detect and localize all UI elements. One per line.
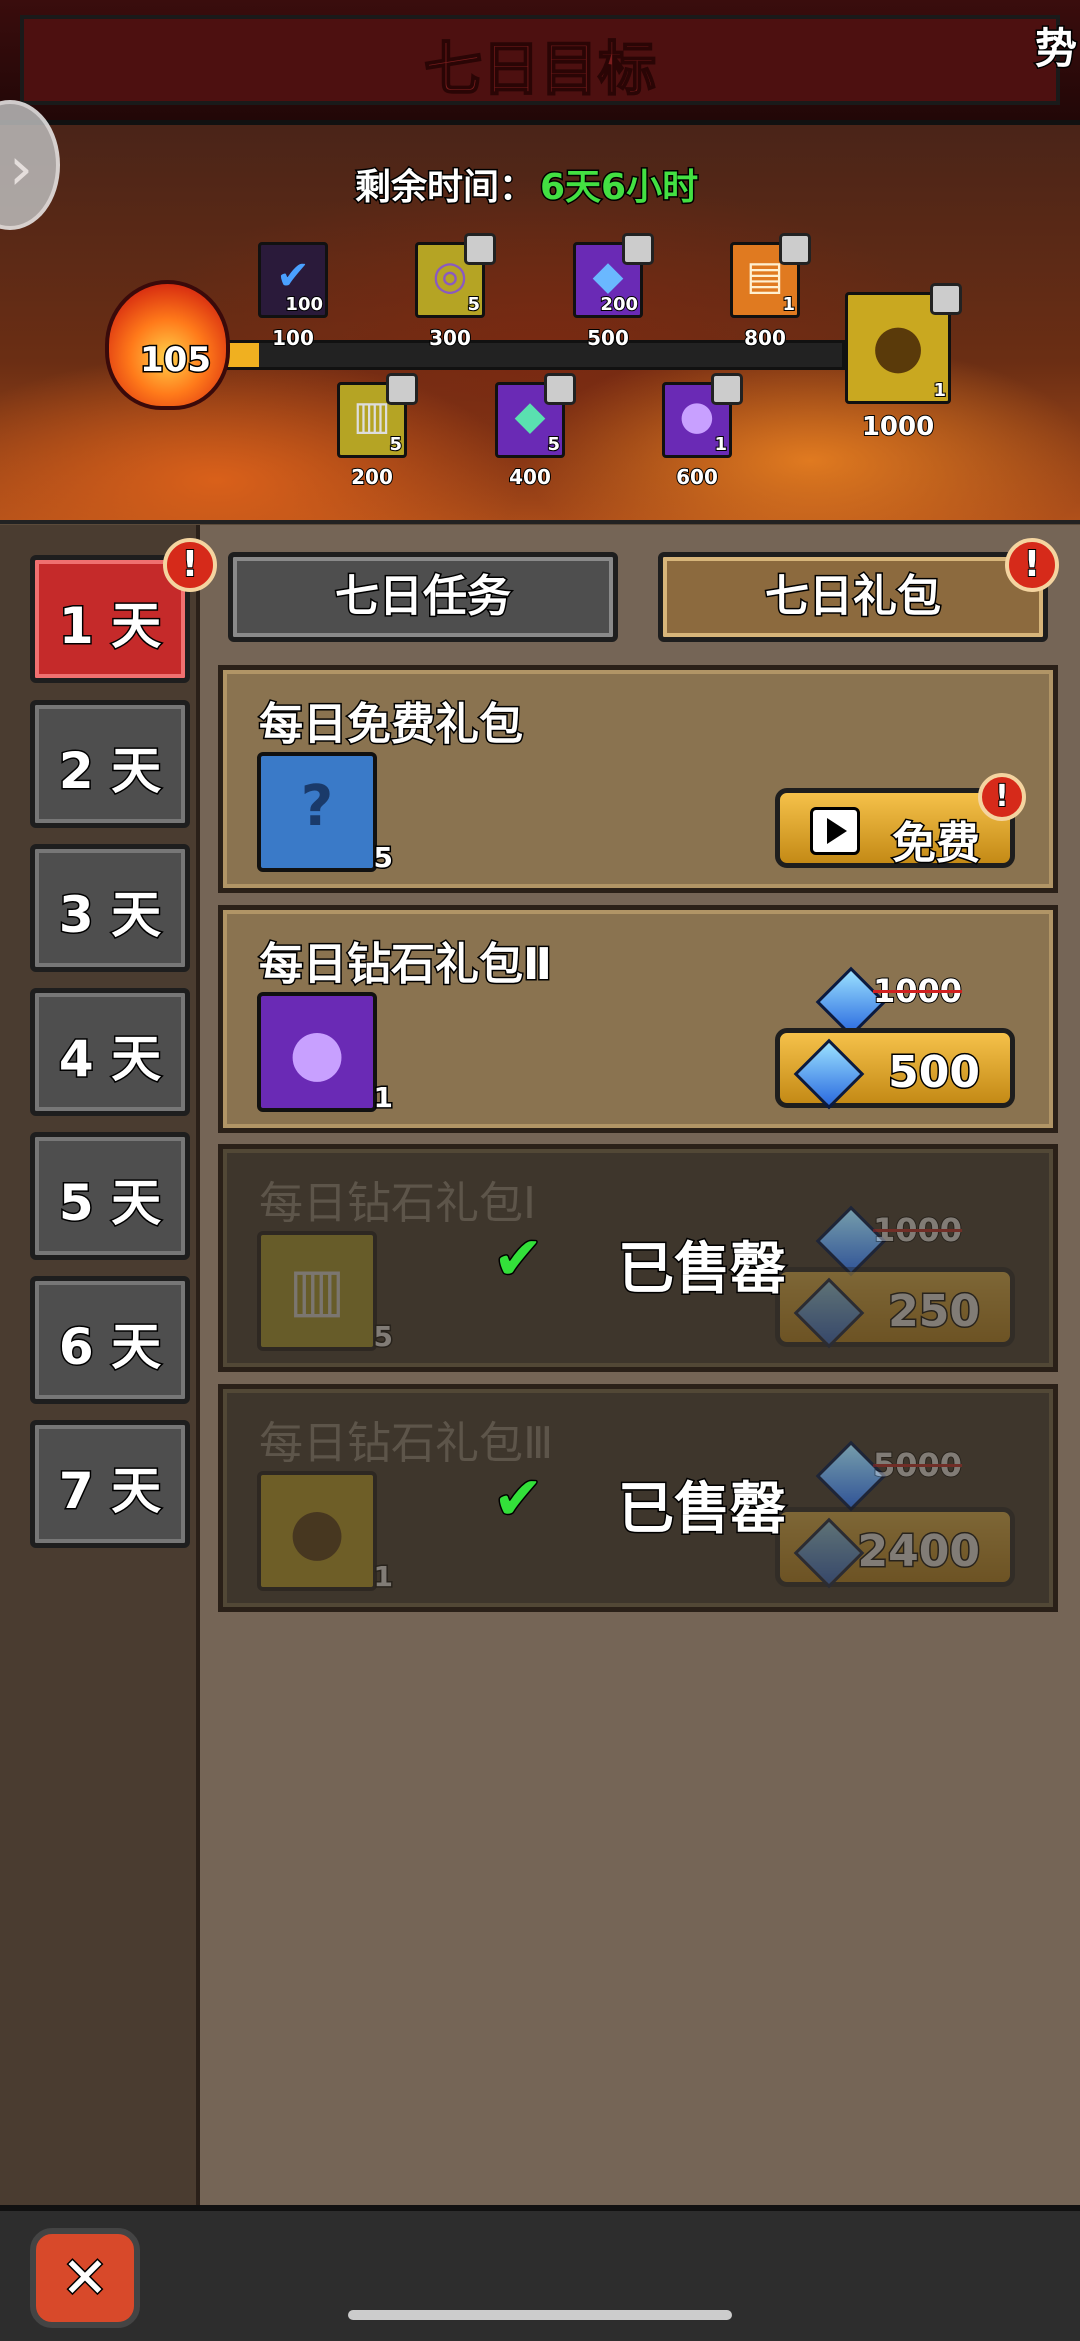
video-play-icon (810, 807, 860, 855)
close-button[interactable]: ✕ (30, 2228, 140, 2328)
checkmark-gem-icon: ✔ (276, 253, 310, 299)
original-price: 1000 (872, 971, 963, 1011)
lock-icon (544, 373, 576, 405)
milestone-label: 500 (586, 325, 630, 351)
milestone-label: 200 (350, 464, 394, 490)
bottom-bar (0, 2205, 1080, 2341)
home-indicator[interactable] (348, 2310, 732, 2320)
gold-bag-icon: ● 1 (257, 1471, 395, 1595)
tab-seven-day-tasks[interactable]: 七日任务 (228, 552, 618, 642)
sold-out-label: 已售罄 (617, 1236, 788, 1304)
purple-bag-icon: ● 1 (257, 992, 395, 1116)
milestone-label: 100 (271, 325, 315, 351)
original-price: 1000 (872, 1210, 963, 1250)
mystery-card-icon: ? 5 (257, 752, 395, 876)
milestone-label: 800 (743, 325, 787, 351)
page-title: 七日目标 (423, 34, 657, 104)
milestone-label: 1000 (861, 411, 935, 443)
alert-icon: ! (978, 773, 1026, 821)
check-icon: ✔ (491, 1463, 544, 1536)
sold-out-label: 已售罄 (617, 1476, 788, 1544)
milestone-reward[interactable]: ✔ 100 (258, 242, 328, 318)
gold-bag-icon: ● (871, 311, 925, 381)
pack-free-daily: 每日免费礼包 ? 5 免费 ! (218, 665, 1058, 893)
buy-button-disabled: 250 (775, 1267, 1015, 1349)
time-remaining-value: 6天6小时 (538, 166, 699, 210)
lock-icon (930, 283, 962, 315)
day-tab-3[interactable]: 3 天 (30, 844, 190, 972)
day-tab-5[interactable]: 5 天 (30, 1132, 190, 1260)
buy-button[interactable]: 500 (775, 1028, 1015, 1110)
alert-icon: ! (1005, 538, 1059, 592)
pack-title: 每日免费礼包 (258, 698, 525, 752)
close-icon: ✕ (60, 2245, 110, 2313)
milestone-reward[interactable]: ▥ 5 (337, 373, 418, 458)
milestone-label: 400 (508, 464, 552, 490)
pack-title: 每日钻石礼包Ⅱ (258, 938, 554, 992)
milestone-label: 600 (675, 464, 719, 490)
lock-icon (711, 373, 743, 405)
check-icon: ✔ (491, 1223, 544, 1296)
day-tab-7[interactable]: 7 天 (30, 1420, 190, 1548)
day-tab-4[interactable]: 4 天 (30, 988, 190, 1116)
milestone-reward[interactable]: ◎ 5 (415, 233, 496, 318)
pack-diamond-1: 每日钻石礼包Ⅰ ▥ 5 1000 250 ✔ 已售罄 (218, 1144, 1058, 1372)
progress-score: 105 (139, 339, 213, 382)
pack-diamond-2: 每日钻石礼包Ⅱ ● 1 1000 500 (218, 905, 1058, 1133)
day-tab-2[interactable]: 2 天 (30, 700, 190, 828)
milestone-reward[interactable]: ◆ 200 (573, 233, 654, 318)
pack-title: 每日钻石礼包Ⅰ (259, 1178, 536, 1229)
time-remaining-label: 剩余时间： (353, 166, 536, 210)
lock-icon (779, 233, 811, 265)
corner-label: 势 (1033, 23, 1078, 75)
diamond-icon (793, 1038, 865, 1110)
scroll-icon: ▥ 5 (257, 1231, 395, 1355)
lock-icon (464, 233, 496, 265)
pack-title: 每日钻石礼包Ⅲ (259, 1418, 554, 1469)
milestone-label: 300 (428, 325, 472, 351)
buy-button-disabled: 2400 (775, 1507, 1015, 1589)
diamond-icon (793, 1517, 865, 1589)
milestone-reward-final[interactable]: ● 1 (845, 283, 962, 404)
chevron-left-icon: › (9, 134, 33, 204)
milestone-reward[interactable]: ▤ 1 (730, 233, 811, 318)
alert-icon: ! (163, 538, 217, 592)
diamond-icon (793, 1277, 865, 1349)
original-price: 5000 (872, 1445, 963, 1485)
lock-icon (622, 233, 654, 265)
milestone-reward[interactable]: ◆ 5 (495, 373, 576, 458)
pack-diamond-3: 每日钻石礼包Ⅲ ● 1 5000 2400 ✔ 已售罄 (218, 1384, 1058, 1612)
lock-icon (386, 373, 418, 405)
day-tab-6[interactable]: 6 天 (30, 1276, 190, 1404)
tab-seven-day-gifts[interactable]: 七日礼包 (658, 552, 1048, 642)
milestone-reward[interactable]: ● 1 (662, 373, 743, 458)
